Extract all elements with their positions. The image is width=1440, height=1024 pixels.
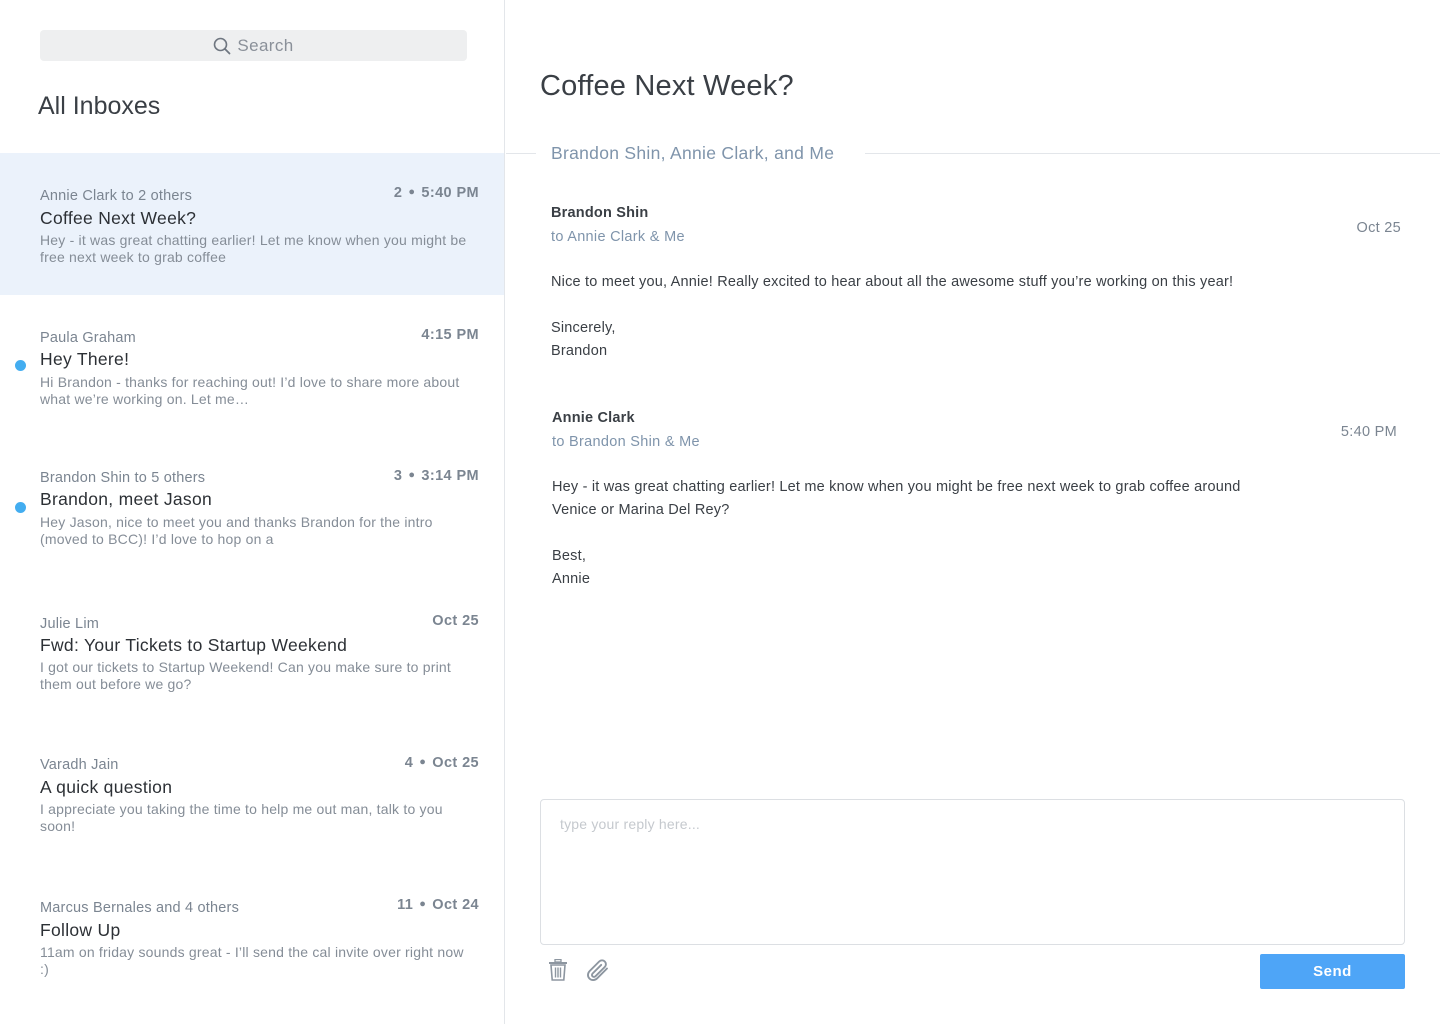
- email-body-line: Annie: [552, 571, 591, 587]
- message-time: Oct 24: [432, 897, 479, 913]
- message-time: 5:40 PM: [421, 185, 479, 201]
- trash-icon[interactable]: [548, 958, 572, 985]
- inbox-sidebar: Search All Inboxes Annie Clark to 2 othe…: [0, 0, 505, 1024]
- email-recipients: to Annie Clark & Me: [551, 229, 685, 245]
- reply-box: [540, 799, 1405, 945]
- bullet-separator-icon: ●: [408, 469, 416, 481]
- email-body-line: Hey - it was great chatting earlier! Let…: [552, 479, 1241, 495]
- message-meta: 2 ● 5:40 PM: [394, 185, 479, 201]
- message-list-item[interactable]: Paula Graham 4:15 PM Hey There! Hi Brandon …: [0, 295, 504, 437]
- message-meta: 4 ● Oct 25: [405, 755, 479, 771]
- email-body-line: Nice to meet you, Annie! Really excited …: [551, 274, 1234, 290]
- email-time: 5:40 PM: [1340, 424, 1397, 440]
- message-preview: I appreciate you taking the time to help…: [40, 801, 443, 834]
- message-list-item[interactable]: Varadh Jain 4 ● Oct 25 A quick question I app…: [0, 723, 504, 865]
- message-count: 3: [393, 468, 403, 484]
- bullet-separator-icon: ●: [408, 186, 416, 198]
- search-input[interactable]: Search: [40, 30, 467, 61]
- email-body-line: Brandon: [551, 343, 608, 359]
- message-sender: Brandon Shin to 5 others: [40, 470, 206, 486]
- message-subject: Fwd: Your Tickets to Startup Weekend: [40, 635, 348, 655]
- message-subject: A quick question: [40, 777, 173, 797]
- message-meta: 4:15 PM: [421, 327, 479, 343]
- message-subject: Hey There!: [40, 349, 130, 369]
- search-placeholder: Search: [237, 35, 294, 55]
- message-preview: Hi Brandon - thanks for reaching out! I’…: [40, 374, 460, 407]
- email-body-line: [551, 294, 1401, 317]
- message-sender: Marcus Bernales and 4 others: [40, 900, 240, 916]
- divider-line: [506, 153, 536, 154]
- message-sender: Varadh Jain: [40, 757, 119, 773]
- email-body: Nice to meet you, Annie! Really excited …: [551, 271, 1401, 363]
- reply-input[interactable]: [541, 800, 1404, 944]
- mail-app: Search All Inboxes Annie Clark to 2 othe…: [0, 0, 1440, 1024]
- message-list-item[interactable]: Brandon Shin to 5 others 3 ● 3:14 PM Brandon…: [0, 436, 504, 578]
- inbox-title: All Inboxes: [38, 92, 161, 120]
- email-body-line: [552, 522, 1397, 545]
- send-button[interactable]: Send: [1260, 954, 1405, 989]
- message-meta: 3 ● 3:14 PM: [394, 468, 479, 484]
- message-count: 11: [397, 897, 414, 913]
- paperclip-icon[interactable]: [586, 959, 612, 985]
- email-time: Oct 25: [1356, 220, 1401, 236]
- thread-title: Coffee Next Week?: [540, 70, 794, 102]
- message-subject: Coffee Next Week?: [40, 208, 197, 228]
- message-time: 3:14 PM: [421, 468, 479, 484]
- email-message: Brandon Shin to Annie Clark & Me Oct 25 …: [551, 205, 1401, 363]
- bullet-separator-icon: ●: [419, 756, 427, 768]
- message-time: Oct 25: [432, 755, 479, 771]
- message-meta: Oct 25: [432, 613, 479, 629]
- email-message: Annie Clark to Brandon Shin & Me 5:40 PM…: [552, 410, 1397, 591]
- email-body-line: Best,: [552, 548, 587, 564]
- email-body-line: Venice or Marina Del Rey?: [552, 502, 730, 518]
- message-sender: Julie Lim: [40, 616, 100, 632]
- message-preview: Hey Jason, nice to meet you and thanks B…: [40, 514, 433, 547]
- message-preview: Hey - it was great chatting earlier! Let…: [40, 232, 467, 265]
- message-count: 4: [404, 755, 414, 771]
- message-subject: Follow Up: [40, 920, 121, 940]
- participants-divider: Brandon Shin, Annie Clark, and Me: [506, 143, 1440, 165]
- message-meta: 11 ● Oct 24: [397, 897, 479, 913]
- email-from: Annie Clark: [552, 410, 635, 426]
- email-from: Brandon Shin: [551, 205, 649, 221]
- email-body: Hey - it was great chatting earlier! Let…: [552, 476, 1397, 591]
- message-time: 4:15 PM: [421, 327, 479, 343]
- message-count: 2: [393, 185, 403, 201]
- message-sender: Paula Graham: [40, 330, 136, 346]
- search-icon: [214, 37, 231, 54]
- message-time: Oct 25: [432, 613, 479, 629]
- bullet-separator-icon: ●: [419, 898, 427, 910]
- divider-line: [865, 153, 1440, 154]
- unread-indicator-icon: [15, 360, 26, 371]
- unread-indicator-icon: [15, 502, 26, 513]
- message-preview: 11am on friday sounds great - I’ll send …: [40, 944, 464, 977]
- message-list-item[interactable]: Annie Clark to 2 others 2 ● 5:40 PM Coffee N…: [0, 153, 504, 295]
- message-sender: Annie Clark to 2 others: [40, 188, 193, 204]
- message-list-item[interactable]: Marcus Bernales and 4 others 11 ● Oct 24 Fol…: [0, 865, 504, 1007]
- message-list-item[interactable]: Julie Lim Oct 25 Fwd: Your Tickets to Star…: [0, 582, 504, 724]
- thread-pane: Coffee Next Week? Brandon Shin, Annie Cl…: [506, 0, 1440, 1024]
- thread-participants: Brandon Shin, Annie Clark, and Me: [551, 143, 835, 163]
- message-preview: I got our tickets to Startup Weekend! Ca…: [40, 659, 451, 692]
- email-recipients: to Brandon Shin & Me: [552, 434, 700, 450]
- email-body-line: Sincerely,: [551, 320, 616, 336]
- message-subject: Brandon, meet Jason: [40, 489, 213, 509]
